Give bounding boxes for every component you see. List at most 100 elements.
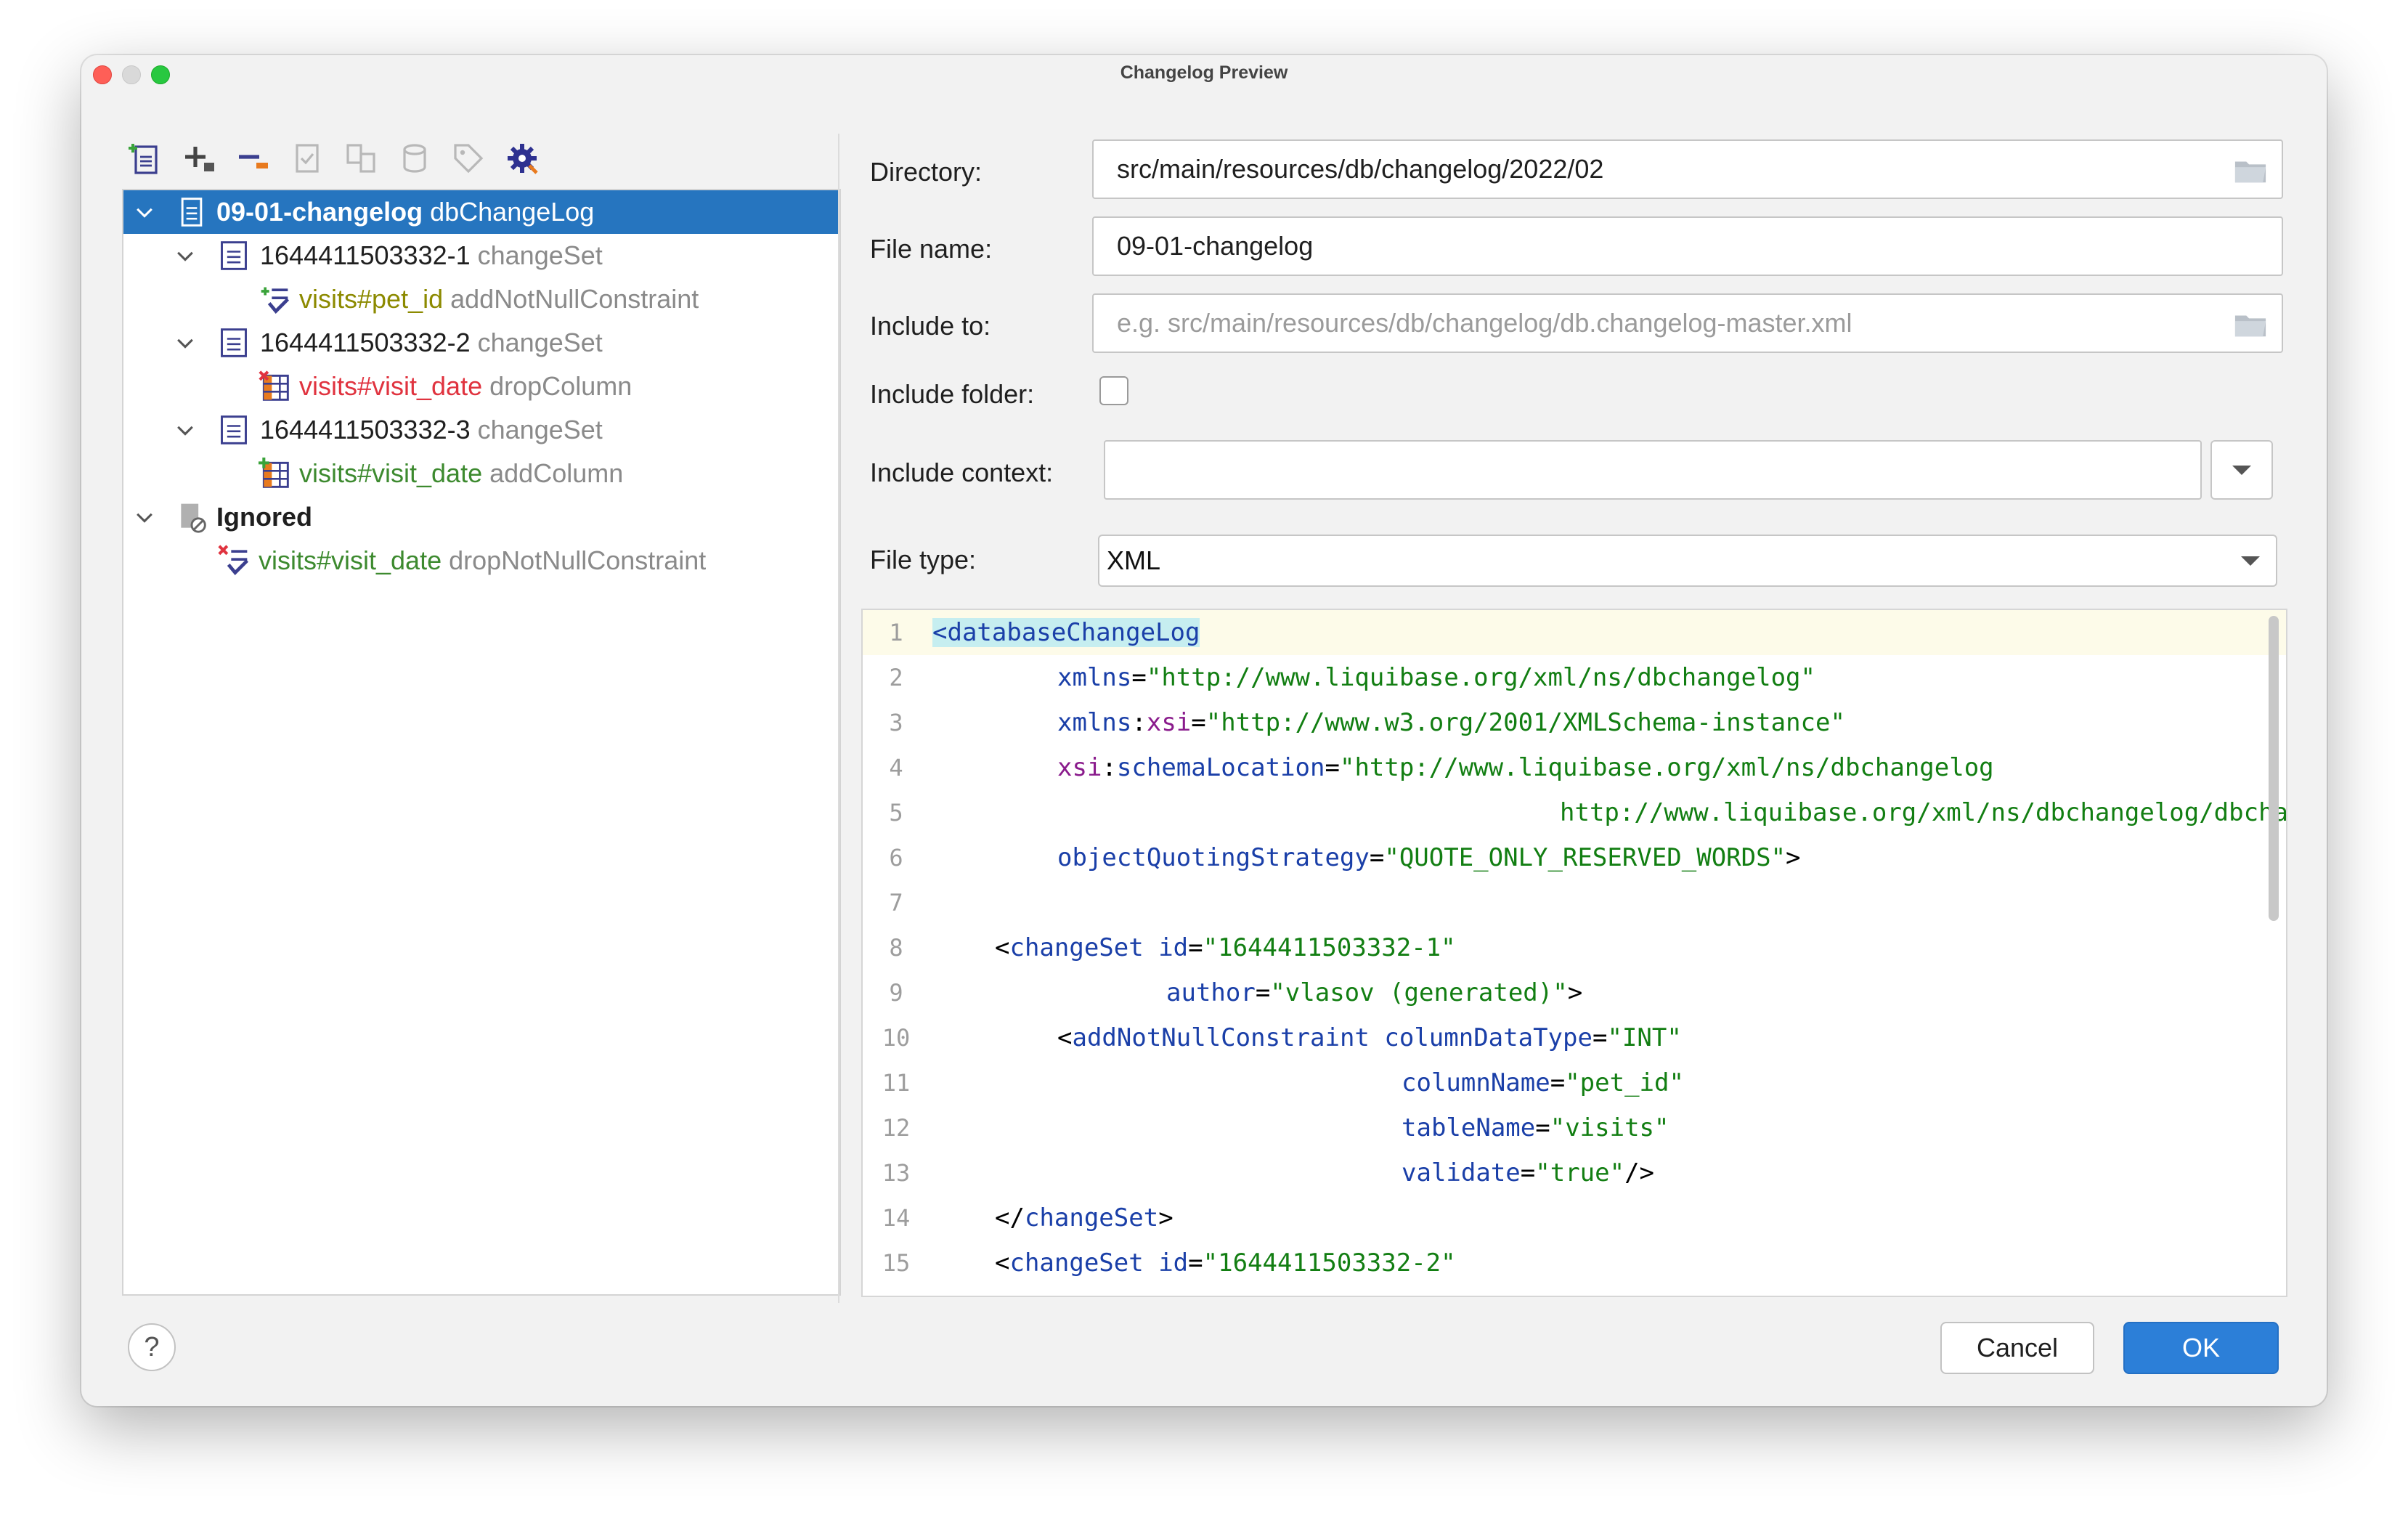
changeset-type: changeSet xyxy=(477,240,603,270)
line-number: 14 xyxy=(882,1204,911,1232)
tag-button[interactable] xyxy=(447,137,489,179)
code-token: xsi xyxy=(1146,708,1192,737)
change-row[interactable]: visits#visit_date dropColumn xyxy=(123,365,839,408)
chevron-down-icon[interactable] xyxy=(174,332,196,354)
include-to-field[interactable]: e.g. src/main/resources/db/changelog/db.… xyxy=(1092,293,2283,353)
remove-button[interactable] xyxy=(232,137,274,179)
code-token: /> xyxy=(1624,1158,1655,1187)
ok-button[interactable]: OK xyxy=(2123,1322,2279,1374)
change-target: visits#visit_date xyxy=(299,371,483,401)
database-button[interactable] xyxy=(394,137,436,179)
change-action: dropNotNullConstraint xyxy=(449,545,707,575)
code-line: 9 author="vlasov (generated)"> xyxy=(863,970,2286,1015)
line-number: 12 xyxy=(882,1114,911,1142)
settings-button[interactable] xyxy=(501,137,543,179)
line-number: 8 xyxy=(889,934,903,962)
folder-icon[interactable] xyxy=(2234,154,2267,186)
include-context-input[interactable] xyxy=(1104,440,2202,500)
changeset-type: changeSet xyxy=(477,328,603,357)
ignored-group-row[interactable]: Ignored xyxy=(123,495,839,539)
change-row[interactable]: visits#visit_date addColumn xyxy=(123,452,839,495)
code-token: addNotNullConstraint xyxy=(1072,1023,1370,1052)
chevron-down-icon xyxy=(2241,556,2260,566)
add-not-null-constraint-icon xyxy=(259,283,290,315)
file-type-select[interactable]: XML xyxy=(1098,535,2277,587)
line-number: 15 xyxy=(882,1249,911,1277)
changelog-tree[interactable]: 09-01-changelog dbChangeLog 164441150333… xyxy=(122,189,841,1296)
directory-field[interactable]: src/main/resources/db/changelog/2022/02 xyxy=(1092,139,2283,199)
code-token: > xyxy=(1786,843,1801,872)
line-number: 4 xyxy=(889,754,903,781)
new-changelog-button[interactable] xyxy=(125,137,167,179)
panel-splitter[interactable] xyxy=(838,134,839,1303)
folder-icon[interactable] xyxy=(2234,308,2267,340)
line-number: 13 xyxy=(882,1159,911,1187)
code-line: 1 <databaseChangeLog xyxy=(863,610,2286,655)
directory-value: src/main/resources/db/changelog/2022/02 xyxy=(1117,154,1604,184)
include-to-label: Include to: xyxy=(870,311,991,341)
revert-button[interactable] xyxy=(286,137,328,179)
include-folder-checkbox[interactable] xyxy=(1099,376,1128,405)
code-line: 15 <changeSet id="1644411503332-2" xyxy=(863,1240,2286,1285)
line-number: 3 xyxy=(889,709,903,736)
changeset-label: 1644411503332-1 changeSet xyxy=(260,240,603,271)
compare-icon xyxy=(346,144,375,173)
code-line: 11 columnName="pet_id" xyxy=(863,1060,2286,1105)
code-token: <databaseChangeLog xyxy=(932,618,1200,647)
code-line: 4 xsi:schemaLocation="http://www.liquiba… xyxy=(863,745,2286,790)
code-token: changeSet xyxy=(1009,1248,1144,1278)
line-number: 6 xyxy=(889,844,903,872)
chevron-down-icon[interactable] xyxy=(174,245,196,267)
chevron-down-icon[interactable] xyxy=(174,419,196,441)
code-line: 13 validate="true"/> xyxy=(863,1150,2286,1195)
chevron-down-icon xyxy=(2232,465,2251,475)
code-token: schemaLocation xyxy=(1116,753,1325,782)
changeset-icon xyxy=(218,414,250,446)
code-token: author xyxy=(1166,978,1256,1007)
line-number: 1 xyxy=(889,619,903,646)
changeset-label: 1644411503332-2 changeSet xyxy=(260,328,603,358)
add-button[interactable] xyxy=(179,137,221,179)
include-context-label: Include context: xyxy=(870,458,1054,487)
editor-scrollbar[interactable] xyxy=(2269,616,2279,921)
chevron-down-icon[interactable] xyxy=(134,201,155,223)
changelog-file-icon xyxy=(176,196,208,228)
line-number: 9 xyxy=(889,979,903,1007)
code-token: columnDataType xyxy=(1384,1023,1593,1052)
code-token: "1644411503332-2" xyxy=(1203,1248,1456,1278)
line-number: 2 xyxy=(889,664,903,691)
ignored-change-row[interactable]: visits#visit_date dropNotNullConstraint xyxy=(123,539,839,582)
code-token: columnName xyxy=(1402,1068,1550,1097)
window-title: Changelog Preview xyxy=(1120,62,1288,83)
change-action: addNotNullConstraint xyxy=(450,284,699,314)
change-label: visits#visit_date dropNotNullConstraint xyxy=(259,545,706,576)
change-target: visits#visit_date xyxy=(299,458,483,488)
compare-button[interactable] xyxy=(340,137,382,179)
directory-label: Directory: xyxy=(870,157,983,187)
changelog-preview-dialog: Changelog Preview 09-01-changelog dbChan… xyxy=(81,55,2327,1406)
change-row[interactable]: visits#pet_id addNotNullConstraint xyxy=(123,277,839,321)
tree-root-label: 09-01-changelog dbChangeLog xyxy=(216,197,594,227)
code-token: id xyxy=(1158,1248,1189,1278)
tree-root-row[interactable]: 09-01-changelog dbChangeLog xyxy=(123,190,839,234)
change-target: visits#visit_date xyxy=(259,545,442,575)
tree-toolbar xyxy=(125,135,543,182)
help-button[interactable]: ? xyxy=(128,1323,176,1371)
code-line: 5 http://www.liquibase.org/xml/ns/dbchan… xyxy=(863,790,2286,835)
include-context-dropdown-button[interactable] xyxy=(2210,440,2273,500)
cancel-button[interactable]: Cancel xyxy=(1940,1322,2094,1374)
changeset-row[interactable]: 1644411503332-2 changeSet xyxy=(123,321,839,365)
changeset-row[interactable]: 1644411503332-3 changeSet xyxy=(123,408,839,452)
xml-preview-editor[interactable]: 1 <databaseChangeLog 2 xmlns="http://www… xyxy=(861,609,2287,1297)
code-line: 12 tableName="visits" xyxy=(863,1105,2286,1150)
add-icon xyxy=(185,147,214,171)
change-action: dropColumn xyxy=(489,371,632,401)
changeset-row[interactable]: 1644411503332-1 changeSet xyxy=(123,234,839,277)
code-line: 7 xyxy=(863,880,2286,925)
code-token: "INT" xyxy=(1607,1023,1682,1052)
code-token: "pet_id" xyxy=(1565,1068,1684,1097)
file-name-field[interactable]: 09-01-changelog xyxy=(1092,216,2283,276)
ignored-label: Ignored xyxy=(216,502,312,532)
code-line: 14 </changeSet> xyxy=(863,1195,2286,1240)
chevron-down-icon[interactable] xyxy=(134,506,155,528)
